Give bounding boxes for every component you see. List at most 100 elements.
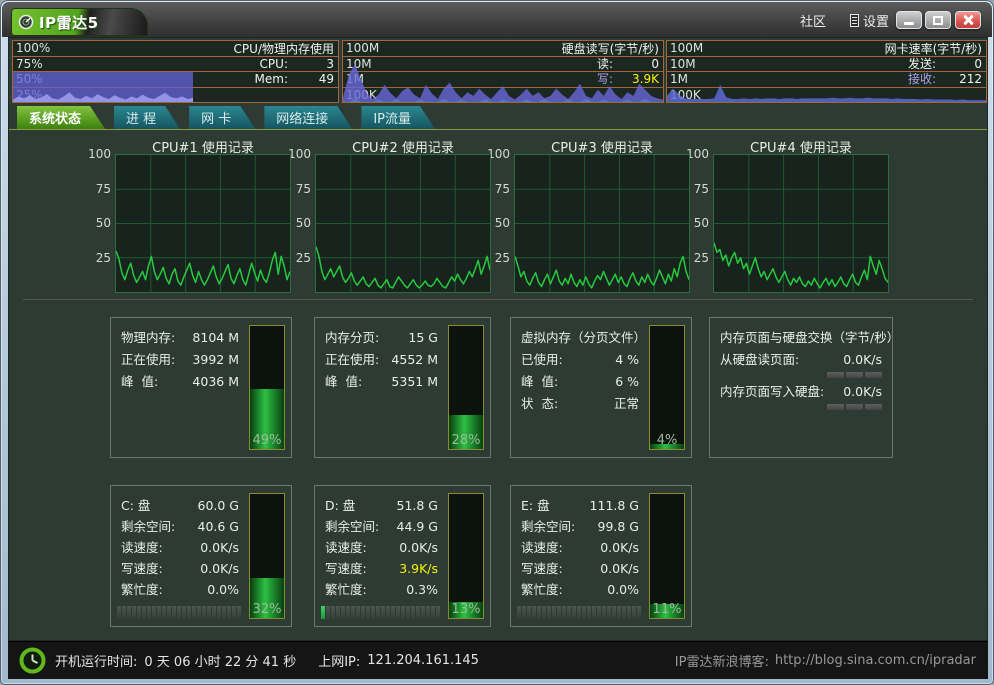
stat-label: 正在使用: <box>325 349 379 371</box>
stat-value: 49 <box>288 72 334 86</box>
maximize-button[interactable] <box>925 11 951 29</box>
radar-icon <box>18 14 34 30</box>
minimize-button[interactable] <box>896 11 922 29</box>
stat-label: 繁忙度: <box>121 579 163 600</box>
tab-underline <box>9 129 987 130</box>
stat-value: 0.0K/s <box>200 537 239 558</box>
stat-label: 繁忙度: <box>325 579 367 600</box>
cpu1-usage-chart <box>115 154 291 293</box>
stat-label: 读速度: <box>521 537 563 558</box>
stat-value: 0.0K/s <box>399 537 438 558</box>
usage-gauge: 11% <box>649 493 685 619</box>
stat-label: 读速度: <box>121 537 163 558</box>
usage-gauge: 49% <box>249 325 285 450</box>
disk-e-panel: E: 盘111.8 G 剩余空间:99.8 G 读速度:0.0K/s 写速度:0… <box>510 485 692 627</box>
disk-io-overview-panel: 100M 10M 1M 100K 硬盘读写(字节/秒) 读:0 写:3.9K <box>342 40 664 103</box>
physical-memory-panel: 物理内存:8104 M 正在使用:3992 M 峰 值:4036 M 49% <box>110 317 292 458</box>
memory-swap-panel: 内存页面与硬盘交换（字节/秒） 从硬盘读页面:0.0K/s 内存页面写入硬盘:0… <box>709 317 893 458</box>
stat-value: 0.3% <box>406 579 438 600</box>
cpu2-usage-chart <box>315 154 491 293</box>
stat-value: 0.0% <box>607 579 639 600</box>
stat-label: 物理内存: <box>121 327 175 349</box>
page-memory-panel: 内存分页:15 G 正在使用:4552 M 峰 值:5351 M 28% <box>314 317 491 458</box>
settings-icon <box>850 14 859 27</box>
uptime-value: 0 天 06 小时 22 分 41 秒 <box>144 651 296 670</box>
ip-label: 上网IP: <box>318 651 360 670</box>
stat-label: 内存分页: <box>325 327 379 349</box>
stat-label: 峰 值: <box>325 371 362 393</box>
client-area: 100% 75% 50% 25% CPU/物理内存使用 CPU:3 Mem:49… <box>8 37 988 641</box>
settings-button[interactable]: 设置 <box>850 11 889 30</box>
stat-label: 写速度: <box>325 558 367 579</box>
usage-gauge: 4% <box>649 325 685 450</box>
stat-label: 剩余空间: <box>121 516 175 537</box>
stat-value: 212 <box>936 72 982 86</box>
tab-system-status[interactable]: 系统状态 <box>17 106 105 129</box>
y-tick: 100 <box>81 147 111 161</box>
cpu4-usage-chart <box>713 154 889 293</box>
y-tick: 25 <box>81 251 111 265</box>
stat-value: 0.0K/s <box>600 537 639 558</box>
stat-value: 51.8 G <box>397 495 439 516</box>
stat-label: Mem: <box>255 72 288 86</box>
usage-gauge: 32% <box>249 493 285 619</box>
stat-value: 3992 M <box>192 349 239 371</box>
stat-value: 0.0K/s <box>600 558 639 579</box>
maximize-icon <box>933 16 943 25</box>
tab-processes[interactable]: 进 程 <box>114 106 180 129</box>
disk-busy-meter <box>321 606 440 619</box>
disk-d-panel: D: 盘51.8 G 剩余空间:44.9 G 读速度:0.0K/s 写速度:3.… <box>314 485 491 627</box>
blog-link[interactable]: http://blog.sina.com.cn/ipradar <box>775 653 976 668</box>
stat-value: 3.9K <box>613 72 659 86</box>
titlebar: IP雷达5 社区 设置 <box>2 2 992 37</box>
usage-gauge: 28% <box>448 325 484 450</box>
stat-value: 3.9K/s <box>399 558 438 579</box>
stat-value: 0.0K/s <box>200 558 239 579</box>
stat-value: 99.8 G <box>598 516 640 537</box>
stat-label: 繁忙度: <box>521 579 563 600</box>
panel-header: 虚拟内存（分页文件） <box>521 327 639 349</box>
stat-value: 40.6 G <box>198 516 240 537</box>
community-button[interactable]: 社区 <box>800 11 826 30</box>
stat-value: 3 <box>288 57 334 71</box>
stat-value: 8104 M <box>192 327 239 349</box>
stat-value: 0.0K/s <box>843 349 882 371</box>
disk-busy-meter <box>517 606 641 619</box>
stat-value: 4 % <box>615 349 639 371</box>
stat-value: 0.0% <box>207 579 239 600</box>
stat-value: 0 <box>936 57 982 71</box>
stat-value: 111.8 G <box>590 495 639 516</box>
usage-gauge: 13% <box>448 493 484 619</box>
y-tick: 75 <box>81 182 111 196</box>
stat-label: 峰 值: <box>521 371 558 393</box>
status-bar: 开机运行时间: 0 天 06 小时 22 分 41 秒 上网IP: 121.20… <box>8 641 988 679</box>
virtual-memory-panel: 虚拟内存（分页文件） 已使用:4 % 峰 值:6 % 状 态:正常 4% <box>510 317 692 458</box>
minimize-icon <box>904 22 914 25</box>
network-overview-panel: 100M 10M 1M 100K 网卡速率(字节/秒) 发送:0 接收:212 <box>666 40 987 103</box>
tab-ip-traffic[interactable]: IP流量 <box>361 106 435 129</box>
tab-network-connections[interactable]: 网络连接 <box>264 106 352 129</box>
app-title: IP雷达5 <box>39 12 99 33</box>
stat-value: 6 % <box>615 371 639 393</box>
stat-label: 读速度: <box>325 537 367 558</box>
gauge-percent: 11% <box>650 602 684 617</box>
stat-value: 4552 M <box>391 349 438 371</box>
gauge-percent: 13% <box>449 602 483 617</box>
stat-label: E: 盘 <box>521 495 550 516</box>
cpu3-usage-chart <box>514 154 690 293</box>
stat-label: C: 盘 <box>121 495 150 516</box>
stat-label: 峰 值: <box>121 371 158 393</box>
app-window: IP雷达5 社区 设置 100% 75% 50% 25% <box>0 0 994 685</box>
stat-label: 从硬盘读页面: <box>720 349 799 371</box>
uptime-label: 开机运行时间: <box>55 651 137 670</box>
disk-c-panel: C: 盘60.0 G 剩余空间:40.6 G 读速度:0.0K/s 写速度:0.… <box>110 485 292 627</box>
stat-value: 44.9 G <box>397 516 439 537</box>
stat-label: 写速度: <box>121 558 163 579</box>
clock-icon <box>19 647 46 674</box>
cpu-memory-overview-panel: 100% 75% 50% 25% CPU/物理内存使用 CPU:3 Mem:49 <box>12 40 339 103</box>
blog-label: IP雷达新浪博客: <box>675 651 769 670</box>
tab-network-card[interactable]: 网 卡 <box>189 106 255 129</box>
stat-label: 写速度: <box>521 558 563 579</box>
close-button[interactable] <box>955 11 981 29</box>
disk-busy-meter <box>117 606 241 619</box>
